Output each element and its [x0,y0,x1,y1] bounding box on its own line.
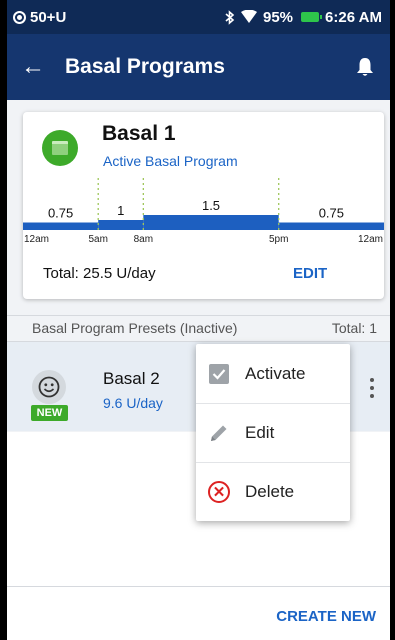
wifi-icon [241,10,257,23]
preset-rate: 9.6 U/day [103,395,163,411]
create-new-button[interactable]: CREATE NEW [276,608,376,625]
chart-bar [143,215,279,230]
more-options-icon[interactable] [362,376,382,400]
bell-icon[interactable] [356,57,374,77]
calendar-icon [42,130,78,166]
active-program-card: Basal 1 Active Basal Program 0.75 1 1.5 0.7… [23,112,384,299]
presets-header-label: Basal Program Presets (Inactive) [32,319,238,336]
menu-item-delete[interactable]: ✕ Delete [196,462,350,521]
chart-tick-label: 5am [88,234,107,244]
divider [7,586,390,587]
main-content: Basal 1 Active Basal Program 0.75 1 1.5 0.7… [7,100,390,640]
preset-name: Basal 2 [103,369,160,388]
chart-tick-label: 8am [134,234,153,244]
chart-value-label: 1 [117,203,124,218]
clock: 6:26 AM [325,8,382,26]
chart-tick-label: 12am [358,234,383,244]
active-program-total: Total: 25.5 U/day [43,265,156,282]
edit-button[interactable]: EDIT [293,265,327,282]
context-menu: Activate Edit ✕ Delete [196,344,350,521]
basal-rate-chart: 0.75 1 1.5 0.75 12am 5am 8am 5pm 12am [23,178,384,244]
active-program-name: Basal 1 [102,122,176,145]
menu-item-label: Activate [245,363,306,383]
chart-value-label: 0.75 [319,206,344,221]
chart-tick-label: 12am [24,234,49,244]
menu-item-edit[interactable]: Edit [196,403,350,462]
delete-x-icon: ✕ [208,481,230,503]
smiley-icon [32,370,66,404]
chart-bar [23,222,99,230]
menu-item-label: Delete [245,482,295,501]
chart-value-label: 0.75 [48,206,73,221]
page-title: Basal Programs [65,55,225,78]
chart-bar [278,222,384,230]
arrow-left-icon[interactable]: ← [21,53,51,81]
pencil-icon [208,422,230,444]
chart-value-label: 1.5 [202,198,220,213]
pod-status: 50+U [30,8,67,26]
app-bar: ← Basal Programs [7,34,390,100]
pod-icon [13,10,26,24]
status-bar: 50+U 95% 6:26 AM [7,0,390,34]
menu-item-activate[interactable]: Activate [196,344,350,403]
menu-item-label: Edit [245,423,275,442]
presets-count: Total: 1 [331,319,377,336]
bluetooth-icon [225,9,235,25]
chart-tick-label: 5pm [269,234,288,244]
battery-icon [301,12,323,22]
screen: 50+U 95% 6:26 AM ← Basal Programs Basal … [7,0,390,640]
checkbox-icon [208,363,230,385]
presets-header: Basal Program Presets (Inactive) Total: … [7,315,390,339]
active-program-subtitle: Active Basal Program [103,153,238,169]
chart-bar [98,220,144,230]
new-badge: NEW [31,405,68,421]
battery-percent: 95% [263,8,294,26]
